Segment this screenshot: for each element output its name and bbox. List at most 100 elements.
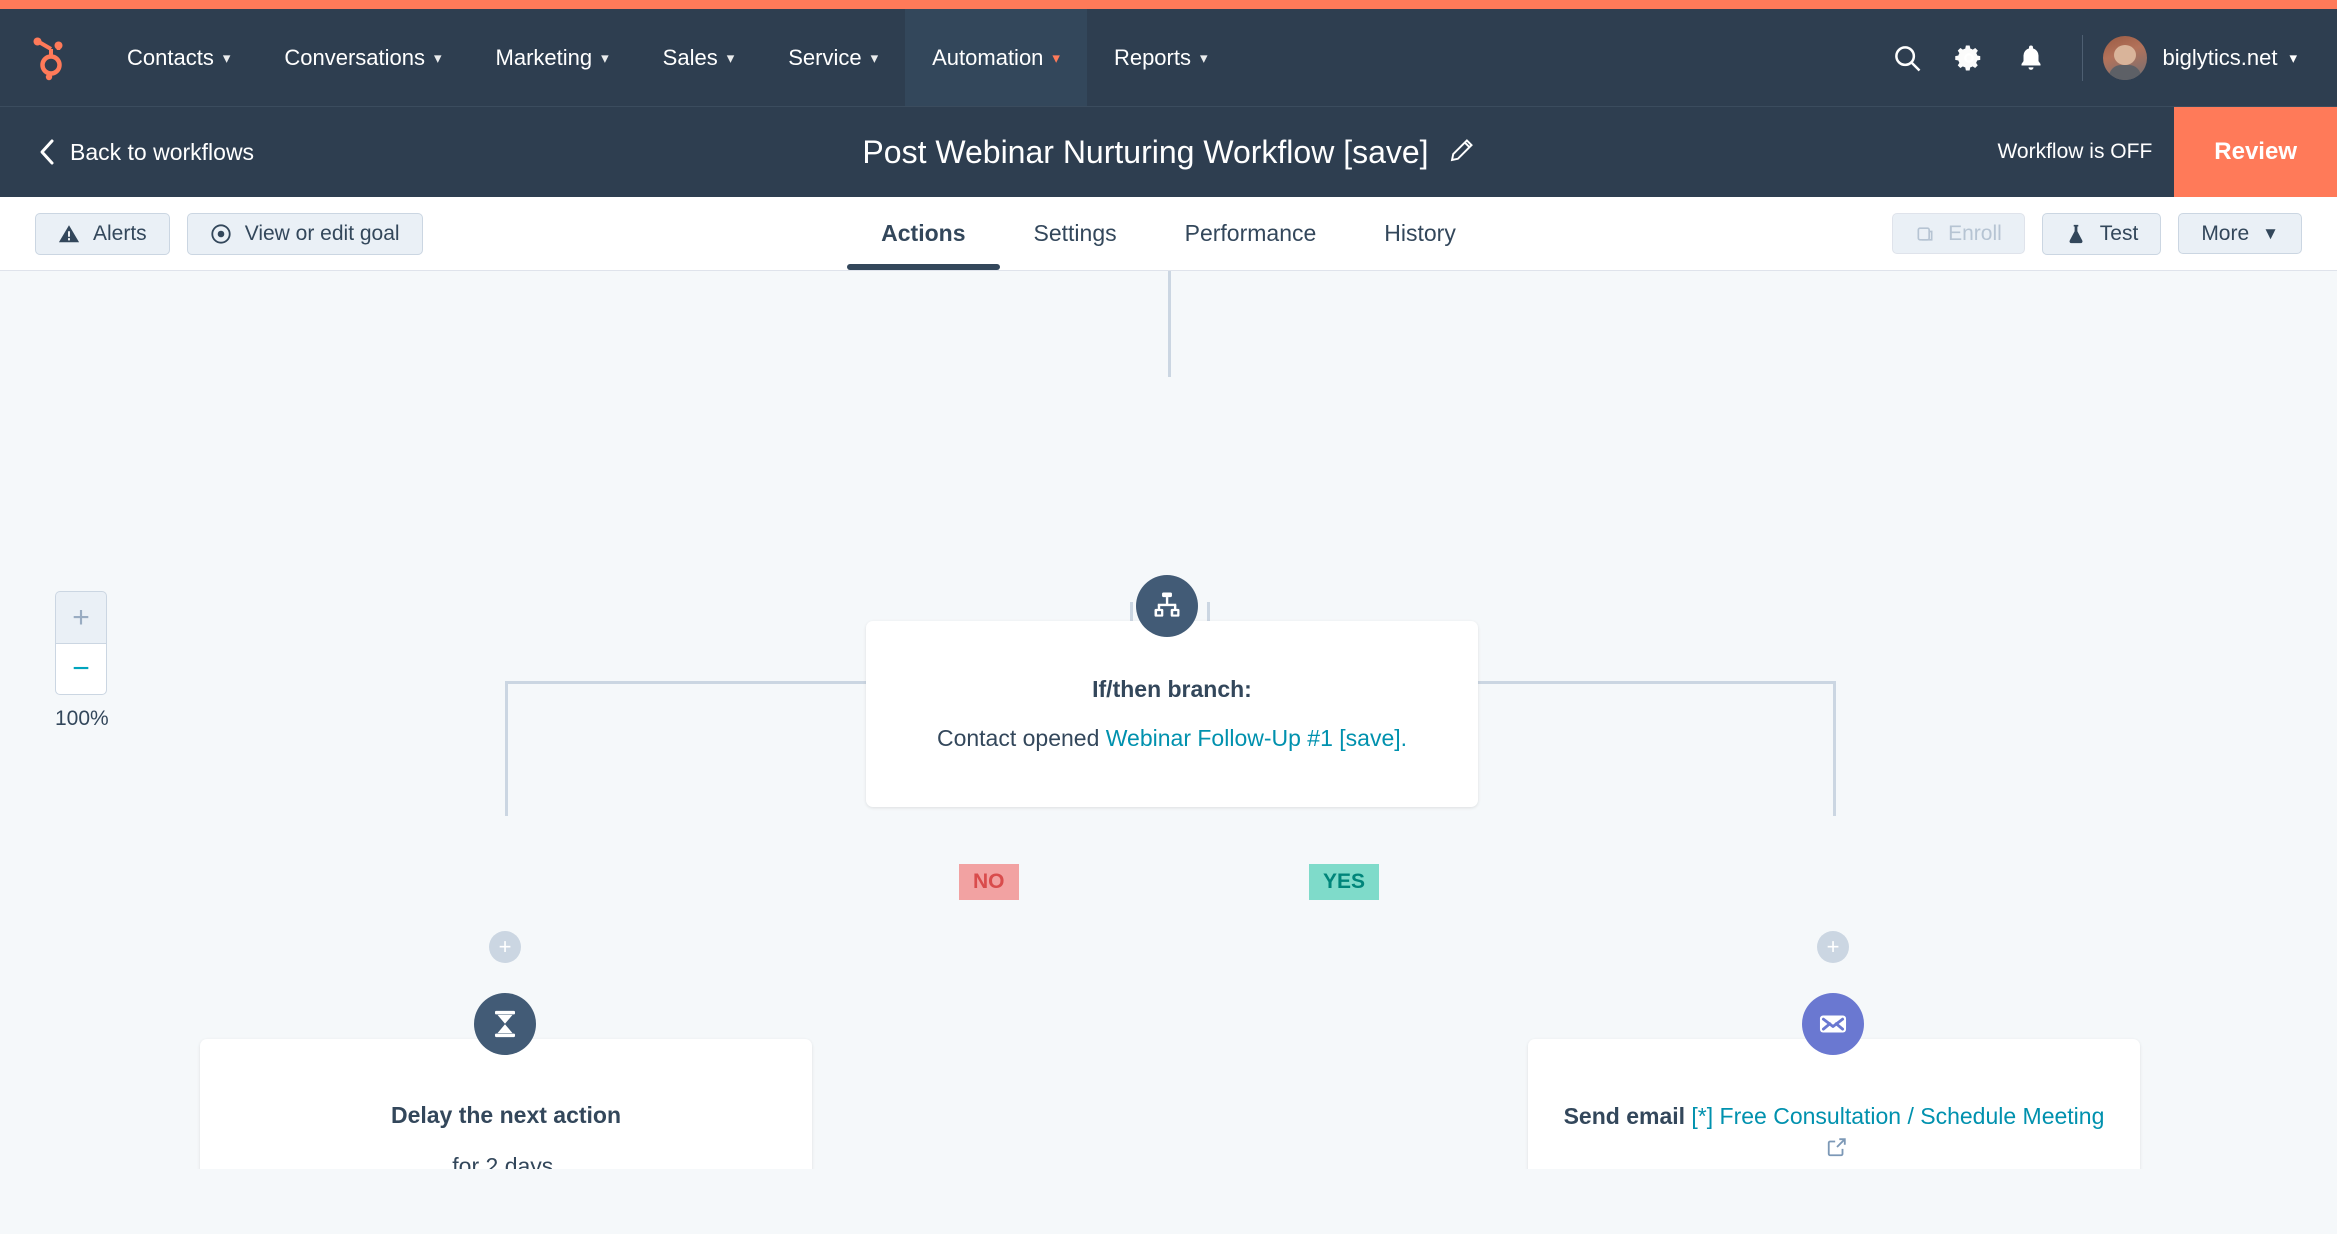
nav-item-label: Conversations	[284, 44, 425, 70]
caret-down-icon: ▼	[2262, 224, 2279, 243]
test-label: Test	[2099, 222, 2139, 245]
nav-item-label: Marketing	[495, 44, 593, 70]
hubspot-logo[interactable]	[0, 9, 100, 106]
flask-icon	[2069, 224, 2083, 243]
email-card-title: Send email [*] Free Consultation / Sched…	[1554, 1101, 2114, 1166]
account-name: biglytics.net	[2162, 44, 2278, 70]
chevron-down-icon: ▾	[1052, 49, 1060, 67]
envelope-icon	[1819, 1015, 1847, 1033]
target-icon	[211, 223, 231, 244]
pencil-icon	[1450, 138, 1473, 161]
tab-label: Settings	[1033, 220, 1117, 246]
hourglass-icon	[495, 1010, 515, 1038]
nav-item-conversations[interactable]: Conversations ▾	[257, 9, 468, 106]
edit-title-button[interactable]	[1449, 137, 1475, 168]
alerts-button[interactable]: Alerts	[35, 212, 170, 255]
external-link-icon	[1827, 1138, 1846, 1157]
goal-label: View or edit goal	[244, 222, 400, 245]
branch-card-condition: Contact opened Webinar Follow-Up #1 [sav…	[936, 725, 1408, 751]
warning-triangle-icon	[58, 224, 80, 242]
workflow-canvas[interactable]: + − 100% + + + +	[0, 271, 2337, 1169]
delay-card[interactable]: Delay the next action for 2 days. 0 cont…	[200, 1039, 812, 1169]
branch-label-no: NO	[959, 864, 1019, 901]
zoom-control: + − 100%	[55, 591, 109, 731]
nav-divider	[2081, 34, 2083, 81]
chevron-down-icon: ▾	[870, 49, 879, 67]
more-button[interactable]: More ▼	[2178, 213, 2302, 254]
nav-item-label: Automation	[932, 44, 1044, 70]
nav-item-automation[interactable]: Automation ▾	[905, 9, 1087, 106]
titlebar-right: Workflow is OFF Review	[1997, 107, 2337, 197]
nav-item-service[interactable]: Service ▾	[761, 9, 905, 106]
tab-label: Actions	[881, 220, 966, 246]
branch-node-icon[interactable]	[1136, 575, 1198, 637]
email-template-link[interactable]: [*] Free Consultation / Schedule Meeting	[1691, 1103, 2104, 1129]
chevron-left-icon	[40, 139, 54, 165]
search-button[interactable]	[1876, 9, 1938, 106]
back-to-workflows-link[interactable]: Back to workflows	[0, 138, 254, 166]
tab-label: History	[1384, 220, 1456, 246]
tab-performance[interactable]: Performance	[1151, 197, 1351, 270]
nav-item-label: Service	[788, 44, 862, 70]
connector-line	[1168, 271, 1171, 377]
add-action-button[interactable]: +	[489, 931, 521, 963]
zoom-out-button[interactable]: −	[55, 643, 107, 695]
add-action-button[interactable]: +	[1817, 931, 1849, 963]
tab-label: Performance	[1184, 220, 1317, 246]
nav-item-contacts[interactable]: Contacts ▾	[100, 9, 257, 106]
zoom-in-button[interactable]: +	[55, 591, 107, 643]
branch-label-yes: YES	[1309, 864, 1380, 901]
chevron-down-icon: ▾	[222, 49, 231, 67]
zoom-level-label: 100%	[55, 707, 109, 730]
chevron-down-icon: ▾	[726, 49, 735, 67]
delay-card-detail: for 2 days.	[452, 1152, 560, 1170]
tab-settings[interactable]: Settings	[1000, 197, 1151, 270]
account-menu[interactable]: biglytics.net ▾	[2163, 45, 2297, 71]
delay-node-icon[interactable]	[474, 993, 536, 1055]
enroll-button: Enroll	[1892, 213, 2025, 254]
settings-button[interactable]	[1938, 9, 2000, 106]
tab-actions[interactable]: Actions	[847, 197, 1000, 270]
workflow-toolbar: Alerts View or edit goal Actions Setting…	[0, 197, 2337, 271]
nav-items: Contacts ▾ Conversations ▾ Marketing ▾ S…	[100, 9, 1235, 106]
connector-line	[1833, 681, 1836, 816]
nav-item-sales[interactable]: Sales ▾	[636, 9, 762, 106]
test-button[interactable]: Test	[2041, 212, 2162, 255]
hubspot-sprocket-icon	[33, 37, 63, 80]
toolbar-left: Alerts View or edit goal	[0, 212, 423, 255]
nav-item-reports[interactable]: Reports ▾	[1087, 9, 1235, 106]
bell-icon	[2021, 45, 2041, 70]
avatar[interactable]	[2102, 35, 2147, 80]
primary-navbar: Contacts ▾ Conversations ▾ Marketing ▾ S…	[0, 9, 2337, 106]
email-node-icon[interactable]	[1802, 993, 1864, 1055]
top-accent-strip	[0, 0, 2337, 9]
workflow-title-group: Post Webinar Nurturing Workflow [save]	[0, 134, 2337, 171]
branch-card-title: If/then branch:	[1092, 676, 1252, 702]
branch-condition-link[interactable]: Webinar Follow-Up #1 [save]	[1106, 725, 1401, 751]
alerts-label: Alerts	[93, 222, 147, 245]
chevron-down-icon: ▾	[2289, 49, 2297, 67]
more-label: More	[2201, 222, 2250, 245]
delay-card-title: Delay the next action	[390, 1101, 622, 1128]
gear-icon	[1954, 45, 1980, 70]
nav-item-label: Contacts	[127, 44, 214, 70]
back-label: Back to workflows	[70, 138, 255, 165]
workflow-titlebar: Back to workflows Post Webinar Nurturing…	[0, 106, 2337, 197]
nav-item-label: Sales	[662, 44, 718, 70]
chevron-down-icon: ▾	[601, 49, 609, 67]
view-or-edit-goal-button[interactable]: View or edit goal	[186, 212, 423, 255]
page-title: Post Webinar Nurturing Workflow [save]	[862, 133, 1429, 170]
navbar-right: biglytics.net ▾	[1876, 9, 2337, 106]
email-card[interactable]: Send email [*] Free Consultation / Sched…	[1528, 1039, 2140, 1169]
nav-item-label: Reports	[1113, 44, 1191, 70]
nav-item-marketing[interactable]: Marketing ▾	[469, 9, 636, 106]
workflow-status: Workflow is OFF	[1997, 140, 2153, 163]
review-button[interactable]: Review	[2174, 107, 2337, 197]
tab-history[interactable]: History	[1350, 197, 1490, 270]
branch-hierarchy-icon	[1154, 592, 1180, 617]
enroll-icon	[1917, 226, 1933, 241]
external-link-button[interactable]	[1826, 1135, 1848, 1166]
branch-card[interactable]: If/then branch: Contact opened Webinar F…	[866, 621, 1478, 807]
search-icon	[1894, 45, 1920, 71]
notifications-button[interactable]	[2000, 9, 2062, 106]
